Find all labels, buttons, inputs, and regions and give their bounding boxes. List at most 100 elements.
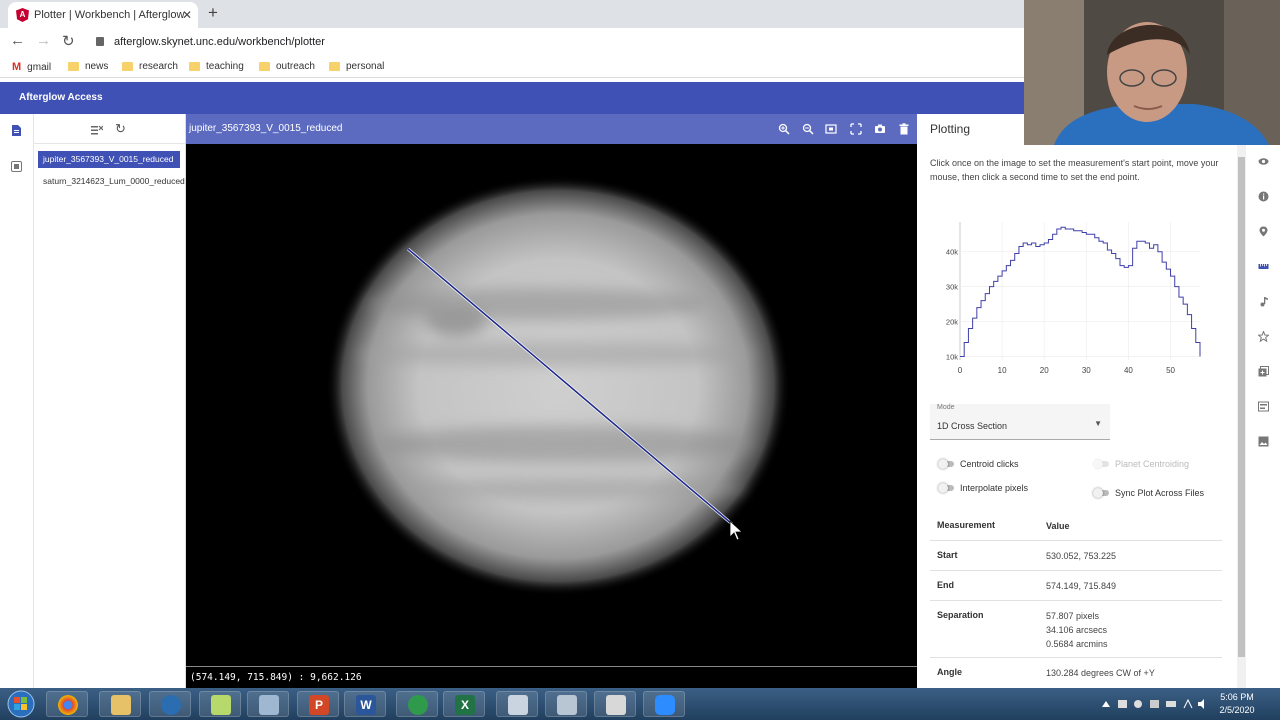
- taskbar-clock[interactable]: 5:06 PM 2/5/2020: [1212, 691, 1262, 717]
- eye-icon[interactable]: [1258, 156, 1269, 167]
- chart-point[interactable]: [1034, 245, 1037, 248]
- chart-point[interactable]: [1106, 248, 1109, 251]
- chart-point[interactable]: [1017, 245, 1020, 248]
- interpolate-pixels-toggle[interactable]: Interpolate pixels: [938, 483, 1028, 493]
- image-icon[interactable]: [1258, 436, 1269, 447]
- taskbar-word[interactable]: W: [344, 691, 386, 717]
- chart-point[interactable]: [988, 285, 991, 288]
- new-tab-icon[interactable]: +: [208, 3, 218, 23]
- chart-point[interactable]: [1064, 227, 1067, 230]
- toggle-switch[interactable]: [1093, 459, 1109, 469]
- chart-point[interactable]: [1039, 243, 1042, 246]
- workbench-icon[interactable]: [11, 161, 22, 172]
- toggle-switch[interactable]: [1093, 488, 1109, 498]
- file-item-jupiter[interactable]: jupiter_3567393_V_0015_reduced: [38, 151, 180, 168]
- bookmark-research[interactable]: research: [122, 61, 178, 72]
- chart-point[interactable]: [1156, 250, 1159, 253]
- file-item-saturn[interactable]: saturn_3214623_Lum_0000_reduced: [38, 173, 185, 190]
- chart-point[interactable]: [1093, 236, 1096, 239]
- chart-point[interactable]: [1030, 241, 1033, 244]
- chart-point[interactable]: [1144, 241, 1147, 244]
- music-note-icon[interactable]: [1258, 296, 1269, 307]
- close-tab-icon[interactable]: ✕: [182, 2, 192, 28]
- chart-point[interactable]: [1102, 241, 1105, 244]
- chart-point[interactable]: [1097, 240, 1100, 243]
- chart-point[interactable]: [975, 306, 978, 309]
- system-tray[interactable]: [1100, 697, 1205, 711]
- chart-point[interactable]: [963, 341, 966, 344]
- taskbar-zoom[interactable]: [643, 691, 685, 717]
- taskbar-excel[interactable]: X: [443, 691, 485, 717]
- chart-point[interactable]: [1123, 266, 1126, 269]
- reload-icon[interactable]: ↻: [62, 32, 75, 50]
- chart-point[interactable]: [1186, 313, 1189, 316]
- chart-point[interactable]: [1169, 275, 1172, 278]
- chart-point[interactable]: [1047, 238, 1050, 241]
- chart-point[interactable]: [1182, 303, 1185, 306]
- address-bar[interactable]: afterglow.skynet.unc.edu/workbench/plott…: [90, 31, 1020, 53]
- chart-point[interactable]: [1152, 243, 1155, 246]
- chart-point[interactable]: [1148, 247, 1151, 250]
- toggle-switch[interactable]: [938, 483, 954, 493]
- chart-point[interactable]: [1165, 268, 1168, 271]
- chart-point[interactable]: [1009, 259, 1012, 262]
- cross-section-chart[interactable]: 0 10 20 30 40 50 10k 20k 30k 40k: [930, 214, 1210, 389]
- panel-scrollbar[interactable]: [1237, 145, 1246, 688]
- taskbar-file[interactable]: [594, 691, 636, 717]
- chart-point[interactable]: [1119, 264, 1122, 267]
- star-icon[interactable]: [1258, 331, 1269, 342]
- chart-point[interactable]: [1068, 227, 1071, 230]
- info-icon[interactable]: [1258, 191, 1269, 202]
- chart-point[interactable]: [1173, 285, 1176, 288]
- chart-point[interactable]: [1055, 227, 1058, 230]
- chart-point[interactable]: [1072, 229, 1075, 232]
- zoom-to-fit-icon[interactable]: [825, 123, 837, 135]
- trash-icon[interactable]: [898, 123, 910, 135]
- chart-point[interactable]: [1013, 252, 1016, 255]
- chart-point[interactable]: [967, 327, 970, 330]
- chart-point[interactable]: [1127, 264, 1130, 267]
- toggle-switch[interactable]: [938, 459, 954, 469]
- mode-select[interactable]: Mode 1D Cross Section ▼: [930, 404, 1110, 440]
- forward-icon[interactable]: →: [36, 32, 51, 49]
- taskbar-explorer[interactable]: [99, 691, 141, 717]
- back-icon[interactable]: ←: [10, 32, 25, 49]
- chart-point[interactable]: [1076, 229, 1079, 232]
- bookmark-gmail[interactable]: M gmail: [12, 61, 51, 73]
- chart-point[interactable]: [1043, 241, 1046, 244]
- image-canvas[interactable]: [186, 144, 917, 664]
- map-marker-icon[interactable]: [1258, 226, 1269, 237]
- refresh-icon[interactable]: ↻: [115, 121, 126, 137]
- planet-centroiding-toggle[interactable]: Planet Centroiding: [1093, 459, 1189, 469]
- chart-point[interactable]: [1085, 233, 1088, 236]
- chart-point[interactable]: [1026, 243, 1029, 246]
- chart-point[interactable]: [984, 292, 987, 295]
- centroid-clicks-toggle[interactable]: Centroid clicks: [938, 459, 1019, 469]
- chart-point[interactable]: [1161, 261, 1164, 264]
- taskbar-folder[interactable]: [199, 691, 241, 717]
- chart-point[interactable]: [1177, 296, 1180, 299]
- chart-point[interactable]: [1001, 269, 1004, 272]
- chart-point[interactable]: [1114, 257, 1117, 260]
- chart-point[interactable]: [1140, 240, 1143, 243]
- app-title[interactable]: Afterglow Access: [19, 92, 103, 103]
- taskbar-calculator[interactable]: [545, 691, 587, 717]
- chart-point[interactable]: [1190, 327, 1193, 330]
- bookmark-outreach[interactable]: outreach: [259, 61, 315, 72]
- chart-point[interactable]: [1022, 241, 1025, 244]
- taskbar-paint[interactable]: [247, 691, 289, 717]
- sync-plot-toggle[interactable]: Sync Plot Across Files: [1093, 488, 1204, 498]
- jupiter-image[interactable]: [186, 144, 917, 664]
- chart-point[interactable]: [1194, 341, 1197, 344]
- chart-point[interactable]: [1081, 231, 1084, 234]
- bookmark-news[interactable]: news: [68, 61, 108, 72]
- chart-point[interactable]: [996, 275, 999, 278]
- chart-point[interactable]: [1135, 240, 1138, 243]
- scrollbar-thumb[interactable]: [1238, 157, 1245, 657]
- chart-point[interactable]: [1110, 252, 1113, 255]
- sliders-icon[interactable]: [1258, 401, 1269, 412]
- camera-icon[interactable]: [874, 123, 886, 135]
- chart-point[interactable]: [1131, 247, 1134, 250]
- browser-tab[interactable]: A Plotter | Workbench | Afterglow ✕: [8, 2, 198, 28]
- taskbar-thunderbird[interactable]: [149, 691, 191, 717]
